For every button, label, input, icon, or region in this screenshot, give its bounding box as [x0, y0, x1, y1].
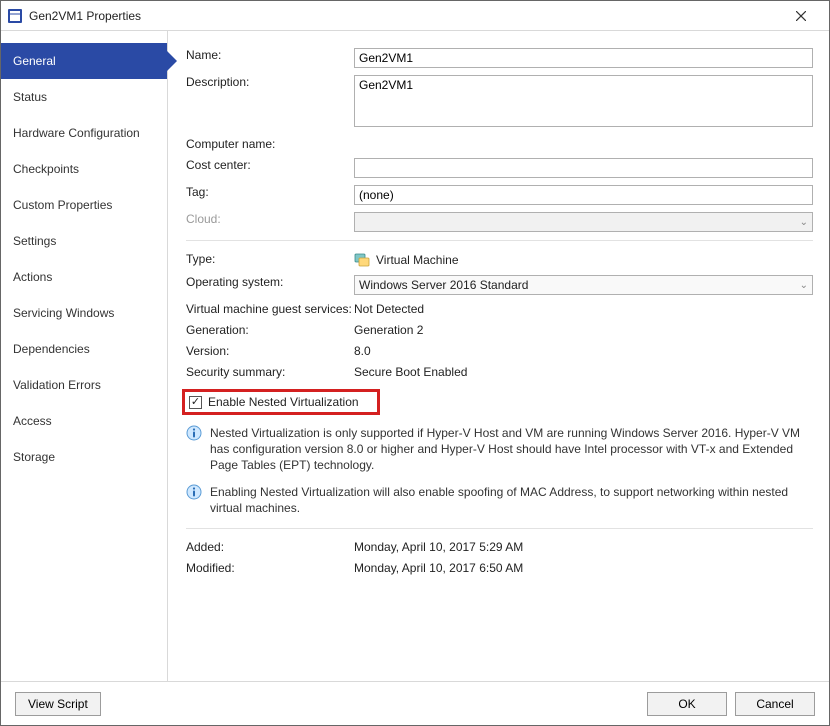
modified-label: Modified:	[186, 558, 354, 575]
guest-services-value: Not Detected	[354, 299, 813, 316]
cloud-label: Cloud:	[186, 209, 354, 226]
enable-nested-checkbox[interactable]: ✓	[189, 396, 202, 409]
nav-servicing-windows[interactable]: Servicing Windows	[1, 295, 167, 331]
bottom-bar: View Script OK Cancel	[1, 681, 829, 725]
added-value: Monday, April 10, 2017 5:29 AM	[354, 537, 813, 554]
info-icon	[186, 425, 202, 441]
info-icon	[186, 484, 202, 500]
nested-virtualization-highlight: ✓ Enable Nested Virtualization	[182, 389, 380, 415]
computer-name-label: Computer name:	[186, 134, 354, 151]
nav-status[interactable]: Status	[1, 79, 167, 115]
divider	[186, 240, 813, 241]
description-label: Description:	[186, 72, 354, 89]
tag-label: Tag:	[186, 182, 354, 199]
general-pane: Name: Description: Gen2VM1 Computer name…	[168, 31, 829, 681]
nav-access[interactable]: Access	[1, 403, 167, 439]
nav-label: Storage	[13, 450, 55, 464]
enable-nested-label: Enable Nested Virtualization	[208, 395, 359, 409]
nav-settings[interactable]: Settings	[1, 223, 167, 259]
nav-hardware-configuration[interactable]: Hardware Configuration	[1, 115, 167, 151]
name-label: Name:	[186, 45, 354, 62]
nav-label: Dependencies	[13, 342, 90, 356]
nav-label: Servicing Windows	[13, 306, 114, 320]
guest-services-label: Virtual machine guest services:	[186, 299, 354, 316]
computer-name-value	[354, 134, 813, 137]
os-label: Operating system:	[186, 272, 354, 289]
nav-label: Settings	[13, 234, 56, 248]
nav-label: Actions	[13, 270, 52, 284]
version-label: Version:	[186, 341, 354, 358]
nav-storage[interactable]: Storage	[1, 439, 167, 475]
sidebar: General Status Hardware Configuration Ch…	[1, 31, 168, 681]
cost-center-input[interactable]	[354, 158, 813, 178]
nav-label: Hardware Configuration	[13, 126, 140, 140]
generation-value: Generation 2	[354, 320, 813, 337]
ok-button[interactable]: OK	[647, 692, 727, 716]
nav-actions[interactable]: Actions	[1, 259, 167, 295]
nav-validation-errors[interactable]: Validation Errors	[1, 367, 167, 403]
type-value: Virtual Machine	[376, 253, 459, 267]
divider	[186, 528, 813, 529]
modified-value: Monday, April 10, 2017 6:50 AM	[354, 558, 813, 575]
chevron-down-icon: ⌄	[800, 217, 808, 228]
name-input[interactable]	[354, 48, 813, 68]
os-dropdown[interactable]: Windows Server 2016 Standard ⌄	[354, 275, 813, 295]
nav-label: Custom Properties	[13, 198, 112, 212]
security-summary-label: Security summary:	[186, 362, 354, 379]
close-button[interactable]	[781, 1, 821, 31]
added-label: Added:	[186, 537, 354, 554]
nav-label: Access	[13, 414, 52, 428]
security-summary-value: Secure Boot Enabled	[354, 362, 813, 379]
title-bar: Gen2VM1 Properties	[1, 1, 829, 31]
app-icon	[7, 8, 23, 24]
view-script-button[interactable]: View Script	[15, 692, 101, 716]
description-input[interactable]: Gen2VM1	[354, 75, 813, 127]
tag-input[interactable]	[354, 185, 813, 205]
generation-label: Generation:	[186, 320, 354, 337]
info-text-1: Nested Virtualization is only supported …	[210, 425, 813, 474]
nav-label: Checkpoints	[13, 162, 79, 176]
cancel-button[interactable]: Cancel	[735, 692, 815, 716]
os-value: Windows Server 2016 Standard	[359, 278, 528, 292]
nav-general[interactable]: General	[1, 43, 167, 79]
nav-label: Status	[13, 90, 47, 104]
chevron-down-icon: ⌄	[800, 280, 808, 291]
type-label: Type:	[186, 249, 354, 266]
nav-checkpoints[interactable]: Checkpoints	[1, 151, 167, 187]
nav-dependencies[interactable]: Dependencies	[1, 331, 167, 367]
version-value: 8.0	[354, 341, 813, 358]
nav-label: Validation Errors	[13, 378, 101, 392]
vm-icon	[354, 252, 370, 268]
cloud-dropdown: ⌄	[354, 212, 813, 232]
window-title: Gen2VM1 Properties	[29, 9, 781, 23]
info-text-2: Enabling Nested Virtualization will also…	[210, 484, 813, 516]
nav-label: General	[13, 54, 56, 68]
nav-custom-properties[interactable]: Custom Properties	[1, 187, 167, 223]
cost-center-label: Cost center:	[186, 155, 354, 172]
